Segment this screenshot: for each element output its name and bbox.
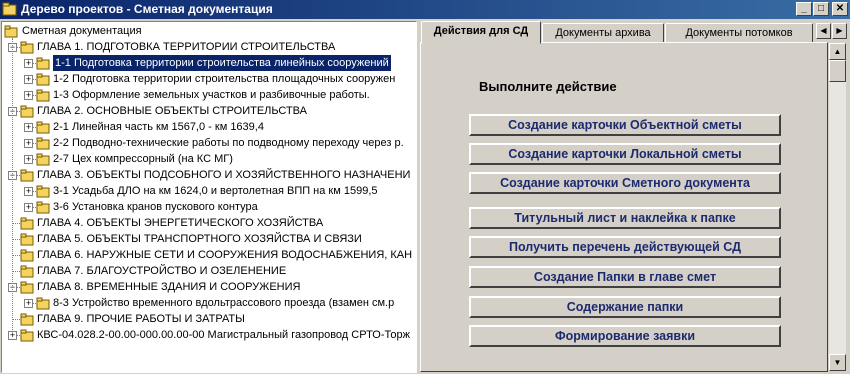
window-title: Дерево проектов - Сметная документация (21, 2, 273, 16)
create-request-button[interactable]: Формирование заявки (469, 325, 781, 347)
folder-icon (20, 105, 34, 118)
expand-icon[interactable]: + (24, 155, 33, 164)
create-estimate-document-button[interactable]: Создание карточки Сметного документа (469, 172, 781, 194)
actions-heading: Выполните действие (479, 79, 617, 94)
folder-icon (36, 137, 50, 150)
folder-icon (20, 217, 34, 230)
expand-icon[interactable]: + (24, 203, 33, 212)
create-object-estimate-button[interactable]: Создание карточки Объектной сметы (469, 114, 781, 136)
title-page-label-button[interactable]: Титульный лист и наклейка к папке (469, 207, 781, 229)
tree-item-label: ГЛАВА 7. БЛАГОУСТРОЙСТВО И ОЗЕЛЕНЕНИЕ (37, 265, 287, 277)
tree-item-label: 3-6 Установка кранов пускового контура (53, 201, 258, 213)
scroll-up-button[interactable]: ▲ (829, 43, 846, 60)
folder-icon (36, 153, 50, 166)
vertical-scrollbar[interactable]: ▲ ▼ (829, 43, 846, 371)
folder-icon (20, 233, 34, 246)
tree-item-label: 2-1 Линейная часть км 1567,0 - км 1639,4 (53, 121, 264, 133)
scroll-down-button[interactable]: ▼ (829, 354, 846, 371)
tree-item-label: КВС-04.028.2-00.00-000.00.00-00 Магистра… (37, 329, 410, 341)
folder-icon (20, 41, 34, 54)
tree-item-label: ГЛАВА 2. ОСНОВНЫЕ ОБЪЕКТЫ СТРОИТЕЛЬСТВА (37, 105, 307, 117)
project-tree[interactable]: Сметная документация − ГЛАВА 1. ПОДГОТОВК… (1, 21, 417, 373)
tree-item-label: 3-1 Усадьба ДЛО на км 1624,0 и вертолетн… (53, 185, 378, 197)
get-active-list-button[interactable]: Получить перечень действующей СД (469, 236, 781, 258)
expand-icon[interactable]: + (24, 187, 33, 196)
folder-icon (20, 249, 34, 262)
expand-icon[interactable]: + (24, 299, 33, 308)
tab-scroll-left-button[interactable]: ◀ (816, 23, 831, 39)
tree-item-label: ГЛАВА 6. НАРУЖНЫЕ СЕТИ И СООРУЖЕНИЯ ВОДО… (37, 249, 413, 261)
maximize-button[interactable]: □ (813, 2, 829, 16)
expand-icon[interactable]: + (24, 139, 33, 148)
folder-icon (36, 57, 50, 70)
tree-item-label: 1-1 Подготовка территории строительства … (53, 55, 391, 71)
app-icon (2, 2, 17, 16)
tab-scroll-right-button[interactable]: ▶ (832, 23, 847, 39)
expand-icon[interactable]: + (24, 75, 33, 84)
folder-icon (20, 313, 34, 326)
folder-contents-button[interactable]: Содержание папки (469, 296, 781, 318)
expand-icon[interactable]: + (24, 91, 33, 100)
create-folder-button[interactable]: Создание Папки в главе смет (469, 266, 781, 288)
tree-item-label: ГЛАВА 1. ПОДГОТОВКА ТЕРРИТОРИИ СТРОИТЕЛЬ… (37, 41, 336, 53)
tree-item-label: ГЛАВА 4. ОБЪЕКТЫ ЭНЕРГЕТИЧЕСКОГО ХОЗЯЙСТ… (37, 217, 324, 229)
expand-icon[interactable]: + (24, 59, 33, 68)
title-bar: Дерево проектов - Сметная документация _… (0, 0, 850, 19)
tree-item-label: ГЛАВА 3. ОБЪЕКТЫ ПОДСОБНОГО И ХОЗЯЙСТВЕН… (37, 169, 411, 181)
tree-item-label: 2-2 Подводно-технические работы по подво… (53, 137, 404, 149)
actions-tab-page: Выполните действие Создание карточки Объ… (420, 42, 828, 372)
folder-icon (36, 201, 50, 214)
tree-item-label: ГЛАВА 9. ПРОЧИЕ РАБОТЫ И ЗАТРАТЫ (37, 313, 245, 325)
tree-root-label: Сметная документация (22, 25, 142, 37)
tab-descendant-documents[interactable]: Документы потомков (665, 23, 813, 43)
tree-trunk-line (12, 38, 13, 334)
folder-icon (4, 25, 18, 38)
tree-item-label: ГЛАВА 5. ОБЪЕКТЫ ТРАНСПОРТНОГО ХОЗЯЙСТВА… (37, 233, 362, 245)
scroll-thumb[interactable] (829, 60, 846, 82)
create-local-estimate-button[interactable]: Создание карточки Локальной сметы (469, 143, 781, 165)
actions-panel: Действия для СД Документы архива Докумен… (419, 19, 850, 374)
folder-icon (36, 297, 50, 310)
folder-icon (20, 329, 34, 342)
tree-item-label: 8-3 Устройство временного вдольтрассовог… (53, 297, 395, 309)
tab-actions[interactable]: Действия для СД (421, 21, 541, 44)
tab-archive-documents[interactable]: Документы архива (542, 23, 664, 43)
tree-item-label: 1-3 Оформление земельных участков и разб… (53, 89, 370, 101)
folder-icon (20, 281, 34, 294)
tab-strip: Действия для СД Документы архива Докумен… (419, 21, 850, 44)
folder-icon (20, 169, 34, 182)
minimize-button[interactable]: _ (796, 2, 812, 16)
folder-icon (36, 185, 50, 198)
expand-icon[interactable]: + (24, 123, 33, 132)
tree-item-label: ГЛАВА 8. ВРЕМЕННЫЕ ЗДАНИЯ И СООРУЖЕНИЯ (37, 281, 301, 293)
folder-icon (36, 89, 50, 102)
tree-item-label: 1-2 Подготовка территории строительства … (53, 73, 396, 85)
tree-item-label: 2-7 Цех компрессорный (на КС МГ) (53, 153, 233, 165)
close-button[interactable]: ✕ (832, 2, 848, 16)
folder-icon (36, 73, 50, 86)
folder-icon (20, 265, 34, 278)
folder-icon (36, 121, 50, 134)
